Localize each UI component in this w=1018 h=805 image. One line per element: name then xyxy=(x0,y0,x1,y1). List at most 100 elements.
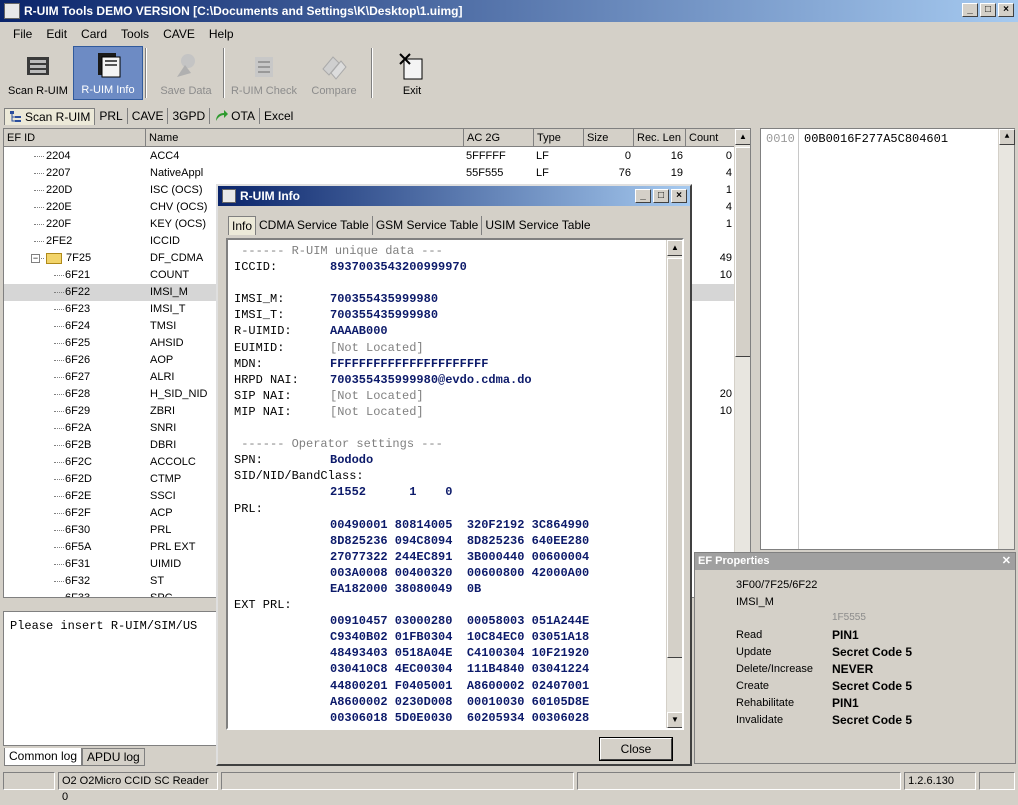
log-output[interactable]: Please insert R-UIM/SIM/US xyxy=(3,611,217,746)
info-value: 48493403 0518A04E C4100304 10F21920 xyxy=(330,646,590,661)
tree-line xyxy=(54,479,64,480)
col-ef-id[interactable]: EF ID xyxy=(4,129,146,147)
cell-name: IMSI_M xyxy=(150,286,188,298)
cell-count: 4 xyxy=(725,167,732,179)
tab-3gpd-label: 3GPD xyxy=(172,109,206,123)
menu-edit[interactable]: Edit xyxy=(39,27,74,41)
table-row[interactable]: 2204 ACC4 5FFFFF LF 0 16 0 xyxy=(4,148,735,165)
tab-info[interactable]: Info xyxy=(228,216,257,235)
menu-card[interactable]: Card xyxy=(74,27,114,41)
tree-line xyxy=(54,428,64,429)
cell-name: KEY (OCS) xyxy=(150,218,207,230)
menu-file[interactable]: File xyxy=(6,27,39,41)
info-label: SIP NAI: xyxy=(234,388,292,403)
cell-name: DBRI xyxy=(150,439,177,451)
log-tabs: Common log APDU log xyxy=(4,748,145,766)
menu-cave[interactable]: CAVE xyxy=(156,27,202,41)
access-operation: Invalidate xyxy=(736,714,784,726)
cell-ef-id: 6F2C xyxy=(65,456,92,468)
cell-ef-id: 2204 xyxy=(46,150,71,162)
scan-ruim-button[interactable]: Scan R-UIM xyxy=(3,46,73,100)
info-scroll-down-arrow[interactable]: ▼ xyxy=(667,712,682,728)
menu-help[interactable]: Help xyxy=(202,27,241,41)
ef-path: 3F00/7F25/6F22 xyxy=(736,579,818,591)
list-scrollbar[interactable]: ▲ xyxy=(734,129,750,597)
tree-line xyxy=(54,581,64,582)
collapse-icon[interactable]: − xyxy=(31,254,40,263)
ruim-check-button[interactable]: R-UIM Check xyxy=(229,46,299,100)
col-count[interactable]: Count xyxy=(686,129,735,147)
access-condition: Secret Code 5 xyxy=(832,679,913,693)
cell-ef-id: 6F33 xyxy=(65,592,91,598)
tab-cave[interactable]: CAVE xyxy=(128,108,169,124)
col-type[interactable]: Type xyxy=(534,129,584,147)
col-size[interactable]: Size xyxy=(584,129,634,147)
save-data-button[interactable]: Save Data xyxy=(151,46,221,100)
cell-count: 20 xyxy=(719,388,732,400)
access-condition: Secret Code 5 xyxy=(832,645,913,659)
info-text-area[interactable]: ------ R-UIM unique data --- ICCID: 893700… xyxy=(226,238,684,730)
status-reader: O2 O2Micro CCID SC Reader 0 xyxy=(57,772,218,803)
dialog-close-button[interactable]: × xyxy=(671,189,687,203)
toolbar-separator xyxy=(145,48,147,98)
dialog-minimize-button[interactable]: _ xyxy=(635,189,651,203)
info-label: EUIMID: xyxy=(234,340,285,355)
tab-scan-ruim[interactable]: Scan R-UIM xyxy=(4,107,96,125)
cell-count: 49 xyxy=(719,252,732,264)
close-window-button[interactable]: × xyxy=(998,3,1014,17)
info-value: FFFFFFFFFFFFFFFFFFFFFF xyxy=(330,356,489,371)
dialog-maximize-button[interactable]: □ xyxy=(653,189,669,203)
tab-3gpd[interactable]: 3GPD xyxy=(168,108,211,124)
tab-usim-service-table[interactable]: USIM Service Table xyxy=(482,216,593,235)
col-name[interactable]: Name xyxy=(146,129,464,147)
tab-common-log[interactable]: Common log xyxy=(4,748,83,766)
tab-apdu-log[interactable]: APDU log xyxy=(82,748,145,766)
cell-ac: 55F555 xyxy=(466,167,504,179)
exit-button[interactable]: Exit xyxy=(377,46,447,100)
info-line: HRPD NAI: 700355435999980@evdo.cdma.do xyxy=(234,372,676,388)
info-line: 48493403 0518A04E C4100304 10F21920 xyxy=(234,645,676,661)
info-scroll-up-arrow[interactable]: ▲ xyxy=(667,240,682,256)
info-scroll-thumb[interactable] xyxy=(667,258,682,658)
close-icon[interactable]: ✕ xyxy=(1002,553,1011,570)
tree-line xyxy=(54,275,64,276)
cell-count: 1 xyxy=(725,218,732,230)
info-line: ICCID: 8937003543200999970 xyxy=(234,259,676,275)
compare-button[interactable]: Compare xyxy=(299,46,369,100)
tab-cave-label: CAVE xyxy=(131,109,164,123)
hex-panel[interactable]: 0010 00B0016F277A5C804601 ▲ xyxy=(760,128,1015,550)
tab-excel[interactable]: Excel xyxy=(260,108,297,124)
info-scrollbar[interactable]: ▲ ▼ xyxy=(666,240,682,728)
menu-tools[interactable]: Tools xyxy=(114,27,156,41)
green-arrow-icon xyxy=(216,110,229,121)
tab-gsm-service-table[interactable]: GSM Service Table xyxy=(373,216,483,235)
hex-scrollbar[interactable]: ▲ xyxy=(998,129,1015,549)
tab-prl[interactable]: PRL xyxy=(95,108,128,124)
info-section-heading: ------ Operator settings --- xyxy=(234,437,443,452)
scroll-thumb[interactable] xyxy=(735,147,750,357)
cell-name: TMSI xyxy=(150,320,177,332)
info-value: 27077322 244EC891 3B000440 00600004 xyxy=(330,549,590,564)
dialog-close-action-button[interactable]: Close xyxy=(599,737,673,761)
cell-ef-id: 6F2A xyxy=(65,422,92,434)
info-value: 21552 1 0 xyxy=(330,485,453,500)
tab-cdma-service-table[interactable]: CDMA Service Table xyxy=(256,216,373,235)
access-condition: PIN1 xyxy=(832,628,859,642)
ruim-info-button[interactable]: R-UIM Info xyxy=(73,46,143,100)
info-line: SPN: Bododo xyxy=(234,452,676,468)
hex-scroll-up-arrow[interactable]: ▲ xyxy=(999,129,1015,145)
info-label: EXT PRL: xyxy=(234,598,292,613)
tab-ota[interactable]: OTA xyxy=(210,108,260,124)
info-label: ICCID: xyxy=(234,260,278,275)
maximize-button[interactable]: □ xyxy=(980,3,996,17)
col-rec-len[interactable]: Rec. Len xyxy=(634,129,686,147)
tree-line xyxy=(54,394,64,395)
table-row[interactable]: 2207 NativeAppl 55F555 LF 76 19 4 xyxy=(4,165,735,182)
info-label: IMSI_T: xyxy=(234,308,285,323)
col-ac2g[interactable]: AC 2G xyxy=(464,129,534,147)
scroll-up-arrow[interactable]: ▲ xyxy=(735,129,750,145)
tree-line xyxy=(54,377,64,378)
hex-offset: 0010 xyxy=(766,132,795,146)
minimize-button[interactable]: _ xyxy=(962,3,978,17)
folder-icon[interactable] xyxy=(46,253,62,264)
